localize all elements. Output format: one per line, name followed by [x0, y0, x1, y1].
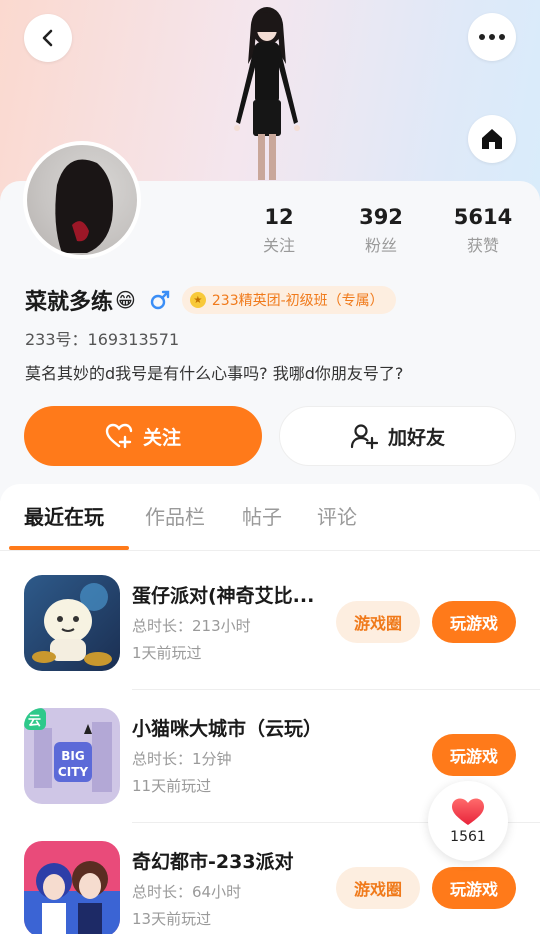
member-badge[interactable]: ★ 233精英团-初级班（专属） — [181, 286, 396, 314]
stat-likes[interactable]: 5614 获赞 — [438, 203, 528, 259]
more-button[interactable] — [468, 13, 516, 61]
user-id: 233号：169313571 — [25, 330, 180, 349]
tab-recently-played[interactable]: 最近在玩 — [24, 502, 104, 532]
name-emoji: 😁 — [115, 288, 136, 312]
back-button[interactable] — [24, 14, 72, 62]
follow-label: 关注 — [142, 426, 181, 449]
heart-icon — [452, 798, 484, 825]
stat-label: 关注 — [262, 236, 295, 255]
svg-text:BIG: BIG — [61, 749, 84, 763]
badge-icon: ★ — [189, 292, 206, 308]
game-icon-little-kitty: BIG CITY 云 — [24, 708, 120, 804]
stat-value: 5614 — [453, 205, 513, 229]
like-count: 1561 — [450, 829, 486, 845]
game-last-played: 13天前玩过 — [132, 910, 212, 928]
game-circle-button[interactable]: 游戏圈 — [336, 601, 420, 643]
stat-label: 粉丝 — [364, 236, 397, 255]
male-icon — [148, 288, 172, 312]
add-friend-button[interactable]: 加好友 — [279, 406, 516, 466]
tab-posts[interactable]: 帖子 — [242, 502, 282, 532]
stat-label: 获赞 — [466, 236, 499, 255]
back-chevron-icon — [42, 29, 53, 47]
avatar-image — [27, 145, 137, 255]
heart-plus-icon — [105, 423, 133, 449]
add-friend-label: 加好友 — [387, 426, 445, 449]
tab-works[interactable]: 作品栏 — [145, 502, 205, 532]
badge-label: 233精英团-初级班（专属） — [211, 293, 384, 309]
like-button[interactable]: 1561 — [428, 781, 508, 861]
follow-button[interactable]: 关注 — [24, 406, 262, 466]
svg-text:CITY: CITY — [58, 765, 88, 779]
play-game-button[interactable]: 玩游戏 — [432, 867, 516, 909]
avatar[interactable] — [23, 141, 141, 259]
game-title: 小猫咪大城市（云玩） — [132, 718, 323, 740]
game-last-played: 1天前玩过 — [132, 644, 202, 662]
stat-value: 392 — [359, 205, 403, 229]
game-icon-fantasy-city — [24, 841, 120, 934]
game-playtime: 总时长：213小时 — [132, 617, 251, 635]
row-divider — [132, 689, 540, 690]
game-playtime: 总时长：64小时 — [132, 883, 242, 901]
game-circle-button[interactable]: 游戏圈 — [336, 867, 420, 909]
game-icon-eggy-party — [24, 575, 120, 671]
home-icon — [482, 129, 502, 149]
play-game-button[interactable]: 玩游戏 — [432, 601, 516, 643]
username: 菜就多练 — [25, 290, 114, 315]
tab-divider — [0, 550, 540, 551]
user-bio: 莫名其妙的d我号是有什么心事吗? 我哪d你朋友号了? — [25, 364, 404, 383]
game-last-played: 11天前玩过 — [132, 777, 212, 795]
cloud-play-tag: 云 — [28, 714, 42, 729]
name-row: 菜就多练 😁 ★ 233精英团-初级班（专属） — [25, 284, 396, 316]
home-button[interactable] — [468, 115, 516, 163]
game-title: 奇幻都市-233派对 — [132, 851, 294, 873]
stat-following[interactable]: 12 关注 — [234, 203, 324, 259]
play-game-button[interactable]: 玩游戏 — [432, 734, 516, 776]
stat-value: 12 — [264, 205, 294, 229]
user-plus-icon — [350, 424, 378, 449]
game-playtime: 总时长：1分钟 — [132, 750, 232, 768]
game-list-item[interactable]: 蛋仔派对(神奇艾比... 总时长：213小时 1天前玩过 游戏圈 玩游戏 — [0, 575, 540, 693]
more-dots-icon — [479, 34, 505, 40]
tab-comments[interactable]: 评论 — [317, 502, 357, 532]
stat-fans[interactable]: 392 粉丝 — [336, 203, 426, 259]
game-title: 蛋仔派对(神奇艾比... — [132, 585, 315, 607]
avatar-3d-figure — [234, 7, 300, 180]
